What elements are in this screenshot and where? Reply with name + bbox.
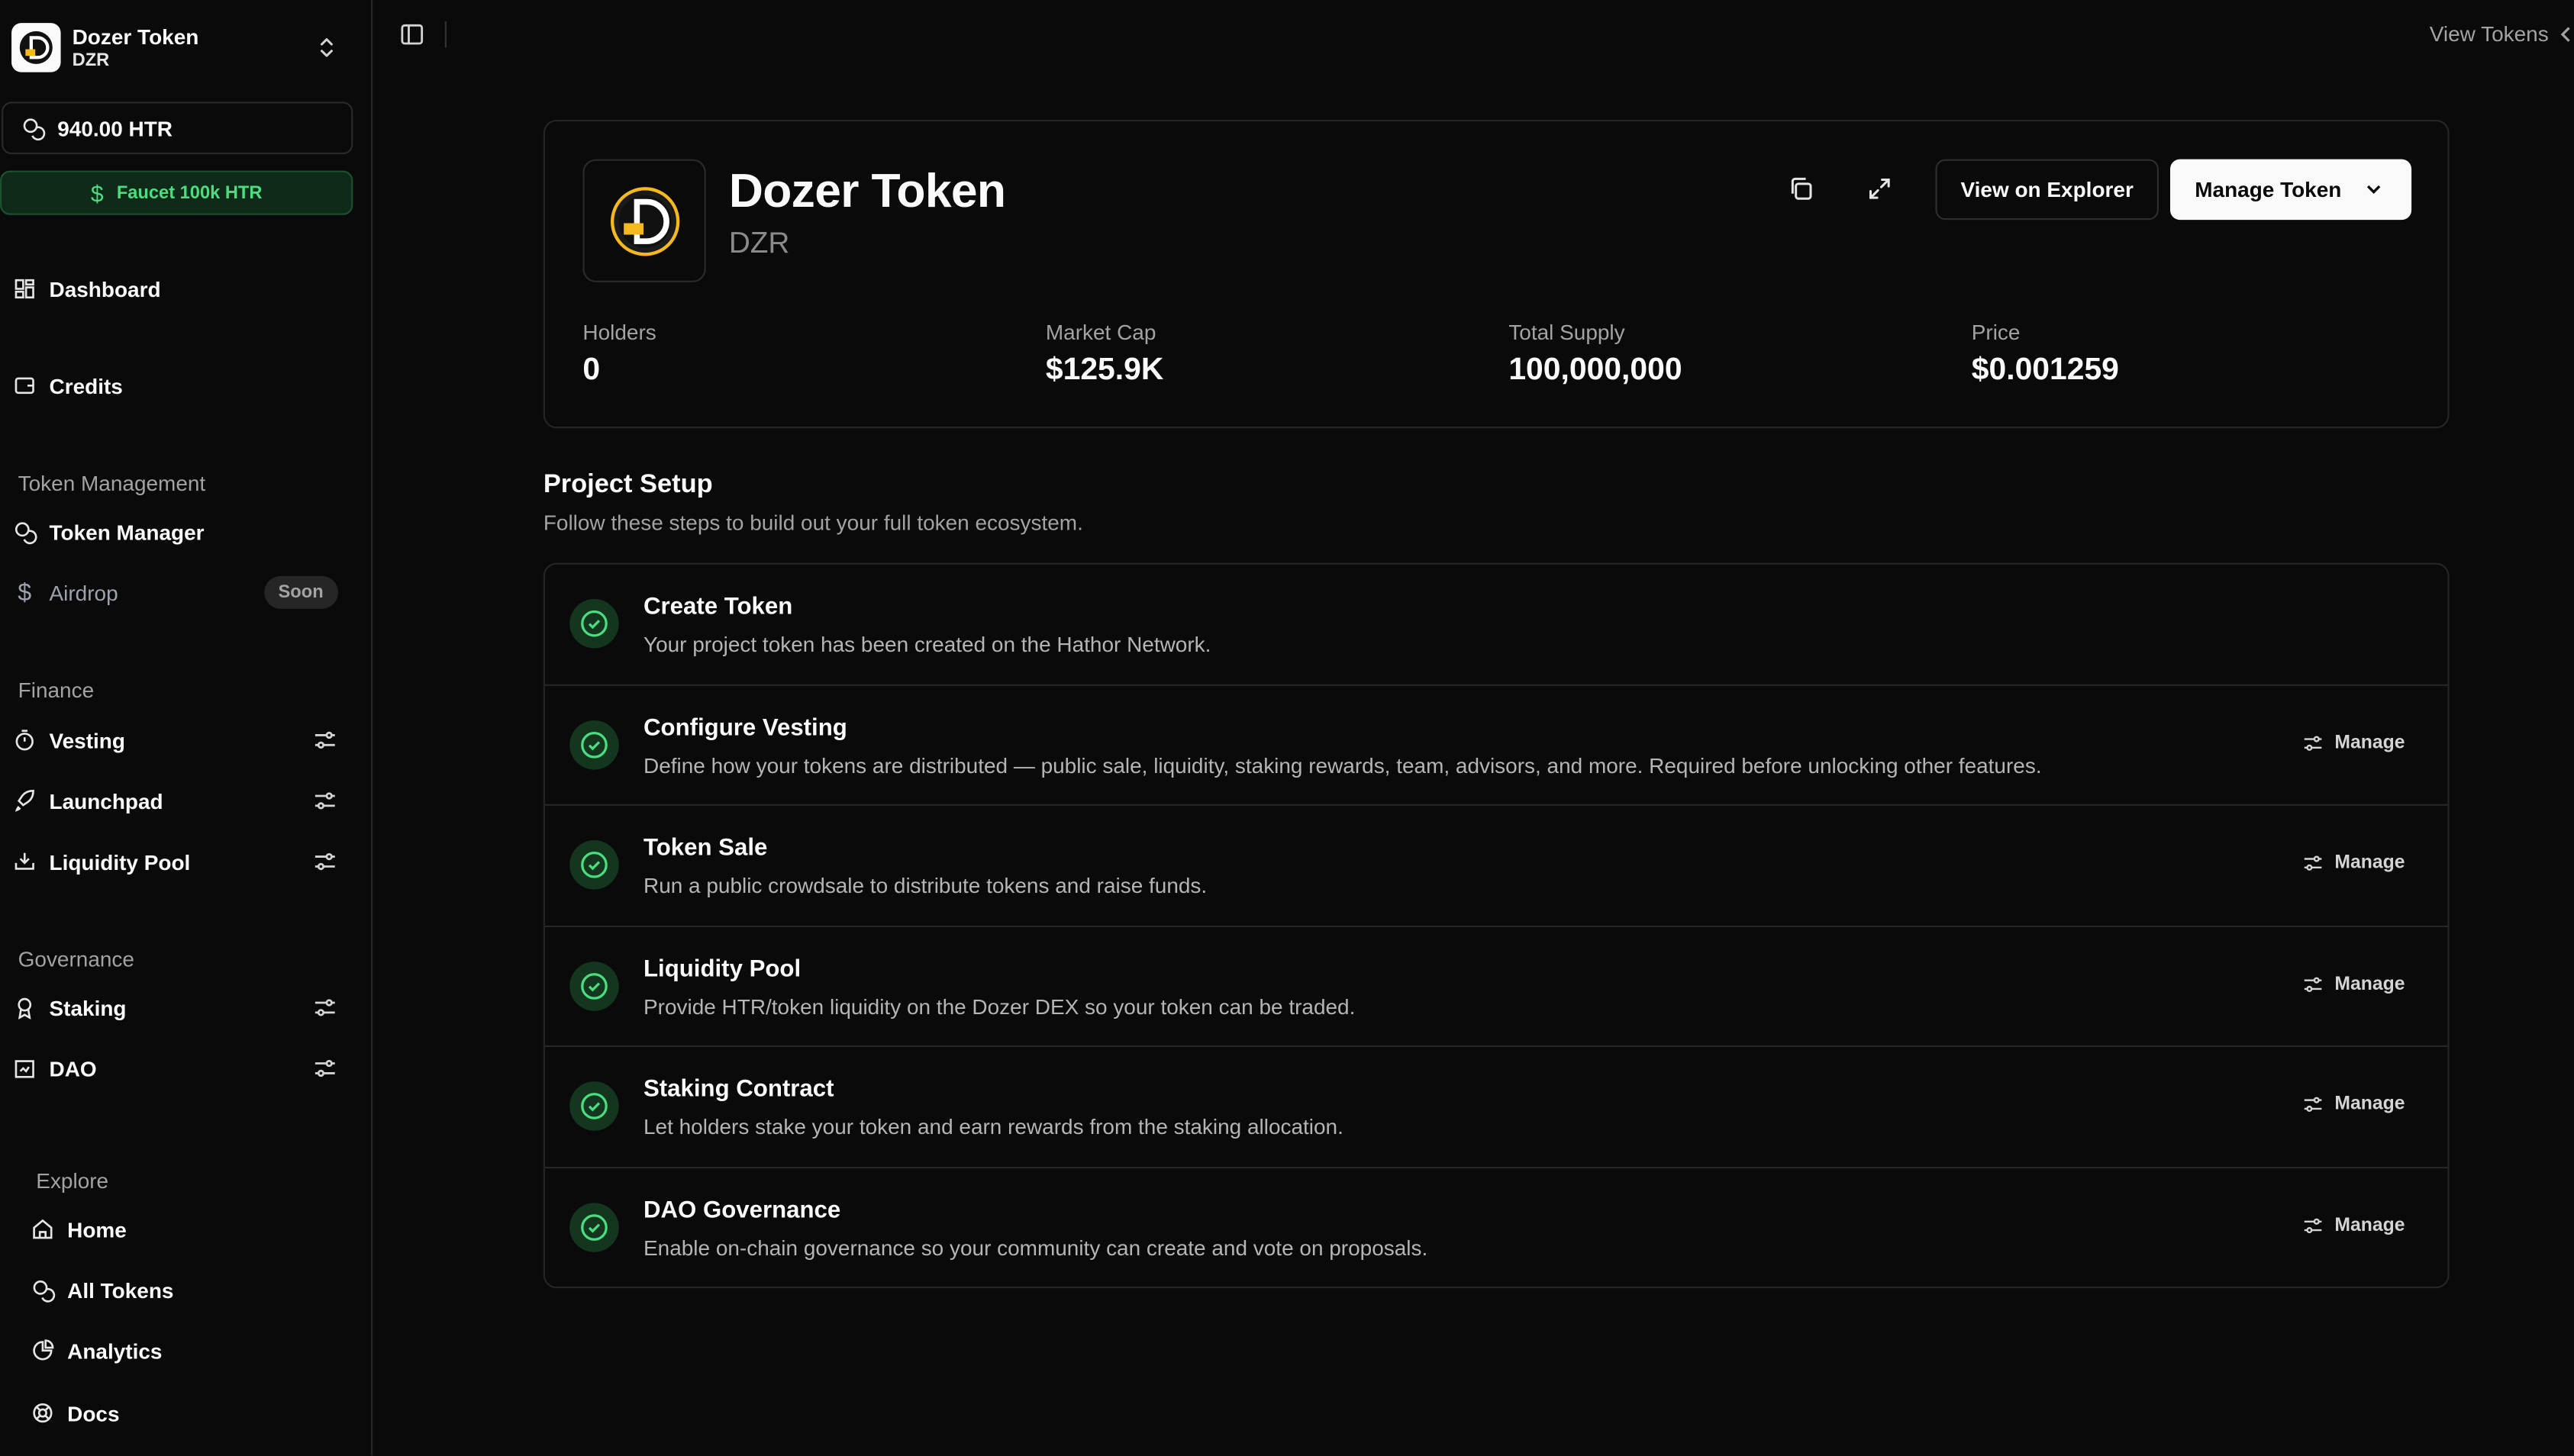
section-explore: Explore — [36, 1168, 109, 1193]
htr-balance: 940.00 HTR — [2, 101, 353, 155]
landmark-icon — [11, 1055, 37, 1081]
nav-airdrop: $ Airdrop Soon — [11, 569, 348, 615]
award-icon — [11, 994, 37, 1020]
settings-sliders-icon — [2305, 735, 2322, 750]
copy-icon — [1791, 177, 1812, 200]
manage-token-sale-button[interactable]: Manage — [2301, 852, 2405, 875]
nav-vesting[interactable]: Vesting — [11, 717, 348, 763]
step-configure-vesting: Configure Vesting Define how your tokens… — [544, 685, 2448, 806]
project-setup-subtitle: Follow these steps to build out your ful… — [543, 510, 1083, 536]
check-circle-icon — [569, 598, 619, 649]
step-create-token: Create Token Your project token has been… — [544, 565, 2448, 685]
nav-launchpad[interactable]: Launchpad — [11, 778, 348, 823]
token-logo — [582, 159, 706, 282]
life-buoy-icon — [30, 1400, 56, 1425]
timer-icon — [11, 727, 37, 753]
nav-token-manager[interactable]: Token Manager — [11, 509, 348, 555]
step-liquidity-pool: Liquidity Pool Provide HTR/token liquidi… — [544, 926, 2448, 1048]
nav-credits[interactable]: Credits — [11, 362, 348, 408]
nav-liquidity-pool[interactable]: Liquidity Pool — [11, 839, 348, 884]
workspace-switcher[interactable]: Dozer Token DZR — [11, 21, 353, 74]
project-setup-title: Project Setup — [543, 471, 713, 499]
balance-value: 940.00 HTR — [57, 115, 173, 140]
stat-holders: Holders 0 — [582, 320, 656, 388]
settings-sliders-icon[interactable] — [312, 849, 338, 875]
manage-token-button[interactable]: Manage Token — [2169, 159, 2412, 221]
check-circle-icon — [569, 1081, 619, 1131]
settings-sliders-icon — [2305, 976, 2322, 991]
section-finance: Finance — [18, 678, 95, 703]
settings-sliders-icon[interactable] — [312, 994, 338, 1020]
settings-sliders-icon — [2305, 1097, 2322, 1112]
view-on-explorer-button[interactable]: View on Explorer — [1935, 159, 2159, 221]
dashboard-icon — [11, 275, 37, 301]
setup-steps-list: Create Token Your project token has been… — [543, 562, 2450, 1289]
token-symbol: DZR — [728, 226, 790, 259]
stat-market-cap: Market Cap $125.9K — [1045, 320, 1164, 388]
sidebar-toggle-icon[interactable] — [399, 21, 425, 47]
sidebar: Dozer Token DZR 940.00 HTR $ Faucet 100k… — [0, 0, 373, 1456]
nav-analytics[interactable]: Analytics — [30, 1328, 366, 1374]
workspace-name: Dozer Token — [72, 24, 199, 49]
nav-dashboard[interactable]: Dashboard — [11, 266, 348, 311]
faucet-button[interactable]: $ Faucet 100k HTR — [0, 170, 353, 215]
section-token-management: Token Management — [18, 471, 206, 496]
expand-icon — [1869, 178, 1890, 199]
nav-home[interactable]: Home — [30, 1206, 366, 1252]
expand-button[interactable] — [1850, 159, 1909, 218]
coins-icon — [11, 519, 37, 545]
nav-docs[interactable]: Docs — [30, 1390, 366, 1435]
settings-sliders-icon[interactable] — [312, 727, 338, 753]
token-overview-card: Dozer Token DZR View on Explorer Manage … — [543, 119, 2450, 429]
chevron-down-icon — [2366, 185, 2381, 195]
chevrons-up-down-icon — [320, 38, 333, 57]
pie-chart-icon — [30, 1338, 56, 1364]
manage-staking-button[interactable]: Manage — [2301, 1093, 2405, 1116]
settings-sliders-icon[interactable] — [312, 1055, 338, 1081]
manage-vesting-button[interactable]: Manage — [2301, 731, 2405, 754]
nav-all-tokens[interactable]: All Tokens — [30, 1267, 366, 1313]
manage-dao-button[interactable]: Manage — [2301, 1213, 2405, 1236]
settings-sliders-icon — [2305, 855, 2322, 871]
soon-badge: Soon — [263, 575, 339, 609]
check-circle-icon — [569, 961, 619, 1010]
stat-total-supply: Total Supply 100,000,000 — [1508, 320, 1682, 388]
check-circle-icon — [569, 1202, 619, 1251]
faucet-label: Faucet 100k HTR — [116, 182, 263, 203]
coins-icon — [30, 1277, 56, 1303]
settings-sliders-icon[interactable] — [312, 788, 338, 813]
dozer-logo-icon — [609, 186, 679, 256]
nav-dao[interactable]: DAO — [11, 1045, 348, 1091]
settings-sliders-icon — [2305, 1217, 2322, 1233]
step-token-sale: Token Sale Run a public crowdsale to dis… — [544, 806, 2448, 926]
check-circle-icon — [569, 840, 619, 890]
check-circle-icon — [569, 719, 619, 769]
workspace-symbol: DZR — [72, 50, 110, 70]
dollar-icon: $ — [90, 179, 104, 206]
manage-liquidity-pool-button[interactable]: Manage — [2301, 972, 2405, 995]
section-governance: Governance — [18, 946, 134, 972]
chevron-left-icon — [2559, 26, 2569, 41]
view-tokens-link[interactable]: View Tokens — [2430, 21, 2574, 46]
topbar-divider — [444, 21, 447, 48]
step-staking-contract: Staking Contract Let holders stake your … — [544, 1047, 2448, 1168]
pool-icon — [11, 849, 37, 875]
stat-price: Price $0.001259 — [1971, 320, 2119, 388]
step-dao-governance: DAO Governance Enable on-chain governanc… — [545, 1168, 2447, 1287]
coins-icon — [23, 118, 46, 140]
dozer-logo-icon — [11, 23, 61, 72]
dollar-icon: $ — [18, 578, 32, 607]
home-icon — [30, 1216, 56, 1242]
nav-staking[interactable]: Staking — [11, 984, 348, 1030]
rocket-icon — [11, 788, 37, 813]
copy-button[interactable] — [1771, 159, 1830, 218]
wallet-icon — [11, 372, 37, 398]
token-name: Dozer Token — [728, 166, 1006, 219]
